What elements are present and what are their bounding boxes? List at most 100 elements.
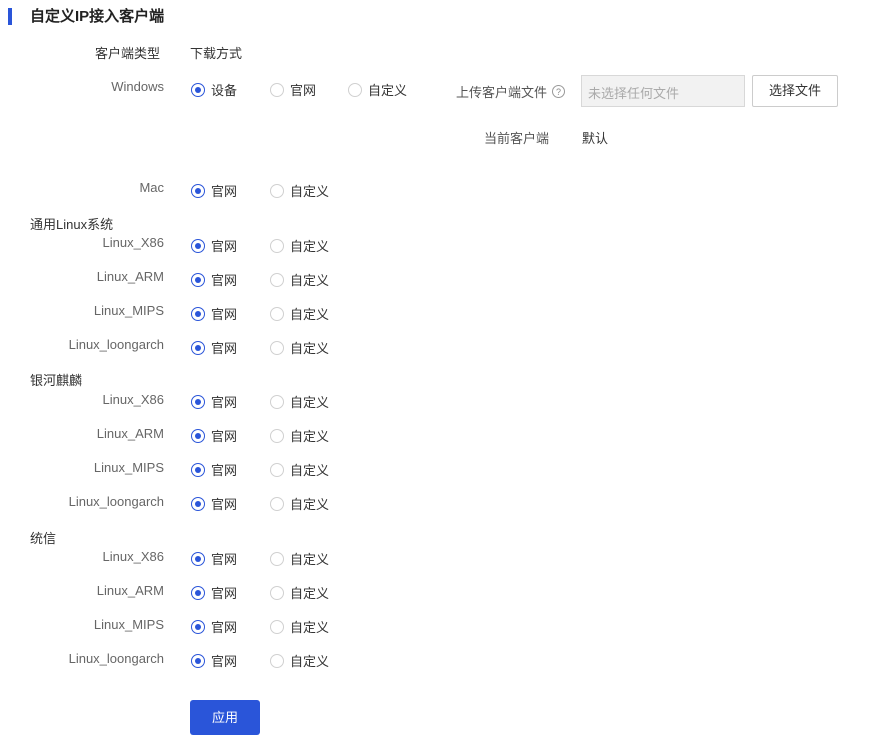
radio-label: 自定义 [290,307,330,322]
row-label: Linux_MIPS [93,617,164,632]
radio-official[interactable]: 官网 [191,270,237,289]
radio-label: 官网 [211,395,238,410]
radio-custom[interactable]: 自定义 [270,304,329,323]
radio-custom[interactable]: 自定义 [270,651,329,670]
radio-circle [270,272,284,287]
title-accent-bar [8,8,12,25]
upload-label-text: 上传客户端文件 [456,85,548,100]
radio-circle [191,428,205,443]
radio-circle [191,394,205,409]
radio-circle [348,82,362,97]
radio-circle [191,82,205,97]
windows-radio-official[interactable]: 官网 [270,80,316,99]
help-icon[interactable]: ? [552,85,566,98]
download-method-header: 下载方式 [190,46,243,61]
radio-circle [191,551,205,566]
radio-circle [270,340,284,355]
windows-radio-custom[interactable]: 自定义 [348,80,407,99]
radio-custom[interactable]: 自定义 [270,549,329,568]
radio-circle [270,306,284,321]
radio-circle [270,428,284,443]
current-client-value: 默认 [582,131,609,146]
radio-label: 自定义 [290,586,330,601]
radio-label: 官网 [211,307,238,322]
group-label-uos: 统信 [30,531,57,546]
windows-label: Windows [111,79,164,94]
radio-label: 官网 [211,586,238,601]
radio-custom[interactable]: 自定义 [270,426,329,445]
radio-label: 官网 [211,552,238,567]
radio-official[interactable]: 官网 [191,460,237,479]
radio-official[interactable]: 官网 [191,583,237,602]
radio-label: 自定义 [290,273,330,288]
choose-file-button[interactable]: 选择文件 [752,75,838,107]
radio-custom[interactable]: 自定义 [270,617,329,636]
radio-label: 自定义 [290,620,330,635]
row-label: Linux_loongarch [68,651,164,666]
row-label: Linux_ARM [96,269,164,284]
radio-label: 自定义 [290,341,330,356]
page-title: 自定义IP接入客户端 [30,8,165,25]
mac-label: Mac [139,180,164,195]
radio-custom[interactable]: 自定义 [270,494,329,513]
radio-label: 自定义 [290,429,330,444]
radio-circle [270,238,284,253]
radio-circle [191,340,205,355]
radio-custom[interactable]: 自定义 [270,338,329,357]
windows-radio-device[interactable]: 设备 [191,80,237,99]
radio-circle [270,653,284,668]
radio-official[interactable]: 官网 [191,338,237,357]
file-name-input[interactable]: 未选择任何文件 [581,75,745,107]
radio-label: 自定义 [290,654,330,669]
radio-custom[interactable]: 自定义 [270,583,329,602]
radio-official[interactable]: 官网 [191,426,237,445]
row-label: Linux_X86 [102,235,164,250]
radio-label: 官网 [211,273,238,288]
radio-label: 自定义 [290,395,330,410]
radio-circle [191,306,205,321]
row-label: Linux_ARM [96,583,164,598]
radio-circle [191,619,205,634]
mac-radio-official[interactable]: 官网 [191,181,237,200]
row-label: Linux_X86 [102,549,164,564]
radio-label: 官网 [211,429,238,444]
radio-label: 设备 [211,83,238,98]
radio-official[interactable]: 官网 [191,617,237,636]
radio-label: 官网 [211,497,238,512]
radio-circle [270,551,284,566]
row-label: Linux_MIPS [93,303,164,318]
radio-label: 官网 [211,184,238,199]
radio-label: 自定义 [368,83,408,98]
radio-circle [270,82,284,97]
client-type-header: 客户端类型 [95,46,161,61]
radio-circle [191,585,205,600]
radio-label: 自定义 [290,552,330,567]
radio-circle [270,462,284,477]
radio-label: 自定义 [290,463,330,478]
radio-circle [191,653,205,668]
radio-custom[interactable]: 自定义 [270,270,329,289]
group-label-generic-linux: 通用Linux系统 [30,217,114,232]
row-label: Linux_X86 [102,392,164,407]
radio-custom[interactable]: 自定义 [270,236,329,255]
radio-custom[interactable]: 自定义 [270,392,329,411]
radio-circle [270,496,284,511]
radio-circle [270,619,284,634]
row-label: Linux_MIPS [93,460,164,475]
radio-label: 官网 [211,341,238,356]
radio-label: 自定义 [290,239,330,254]
radio-official[interactable]: 官网 [191,304,237,323]
radio-circle [191,183,205,198]
radio-official[interactable]: 官网 [191,651,237,670]
radio-official[interactable]: 官网 [191,392,237,411]
radio-official[interactable]: 官网 [191,494,237,513]
radio-label: 自定义 [290,497,330,512]
radio-circle [191,238,205,253]
apply-button[interactable]: 应用 [190,700,260,735]
radio-official[interactable]: 官网 [191,549,237,568]
radio-label: 官网 [290,83,317,98]
radio-label: 自定义 [290,184,330,199]
mac-radio-custom[interactable]: 自定义 [270,181,329,200]
radio-official[interactable]: 官网 [191,236,237,255]
radio-custom[interactable]: 自定义 [270,460,329,479]
